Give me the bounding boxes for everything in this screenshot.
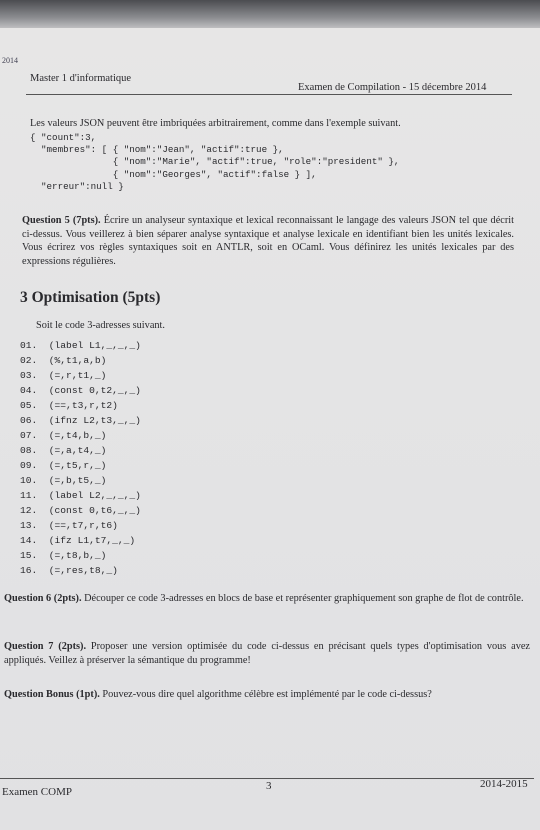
code-line: 14. (ifz L1,t7,_,_) (20, 535, 136, 546)
code-line: 09. (=,t5,r,_) (20, 460, 107, 471)
json-line: { "nom":"Marie", "actif":true, "role":"p… (30, 156, 400, 168)
code-line: 08. (=,a,t4,_) (20, 445, 107, 456)
question-5: Question 5 (7pts). Écrire un analyseur s… (22, 214, 514, 268)
code-line: 02. (%,t1,a,b) (20, 355, 107, 366)
margin-year: 2014 (2, 56, 18, 65)
course-title: Master 1 d'informatique (30, 73, 132, 84)
json-line: { "count":3, (30, 132, 97, 143)
question-bonus: Question Bonus (1pt). Pouvez-vous dire q… (4, 688, 530, 702)
json-example: { "count":3, "membres": [ { "nom":"Jean"… (30, 132, 399, 193)
code-line: 01. (label L1,_,_,_) (20, 340, 141, 351)
code-line: 11. (label L2,_,_,_) (20, 490, 141, 501)
section-intro: Soit le code 3-adresses suivant. (36, 320, 165, 331)
code-line: 16. (=,res,t8,_) (20, 565, 118, 576)
photo-background-top (0, 0, 540, 30)
code-line: 12. (const 0,t6,_,_) (20, 505, 141, 516)
code-line: 07. (=,t4,b,_) (20, 430, 107, 441)
question-6-label: Question 6 (2pts). (4, 593, 82, 604)
question-6: Question 6 (2pts). Découper ce code 3-ad… (4, 592, 528, 606)
code-line: 05. (==,t3,r,t2) (20, 400, 118, 411)
question-7-label: Question 7 (2pts). (4, 641, 87, 652)
footer-left: Examen COMP (2, 786, 72, 798)
question-5-label: Question 5 (7pts). (22, 215, 101, 226)
footer-rule (0, 778, 534, 779)
exam-title: Examen de Compilation - 15 décembre 2014 (298, 82, 487, 93)
json-line: "membres": [ { "nom":"Jean", "actif":tru… (30, 144, 284, 156)
header-rule (26, 94, 512, 95)
question-bonus-text: Pouvez-vous dire quel algorithme célèbre… (102, 689, 432, 700)
code-line: 15. (=,t8,b,_) (20, 550, 107, 561)
exam-page: 2014 Master 1 d'informatique Examen de C… (0, 28, 540, 830)
code-line: 06. (ifnz L2,t3,_,_) (20, 415, 141, 426)
json-line: { "nom":"Georges", "actif":false } ], (30, 168, 317, 180)
question-7: Question 7 (2pts). Proposer une version … (4, 640, 530, 667)
question-6-text: Découper ce code 3-adresses en blocs de … (84, 593, 524, 604)
code-line: 13. (==,t7,r,t6) (20, 520, 118, 531)
page-number: 3 (266, 780, 272, 792)
json-line: "erreur":null } (30, 180, 124, 192)
section-heading: 3 Optimisation (5pts) (20, 289, 161, 306)
code-line: 03. (=,r,t1,_) (20, 370, 107, 381)
footer-right: 2014-2015 (480, 778, 528, 790)
code-line: 10. (=,b,t5,_) (20, 475, 107, 486)
json-intro: Les valeurs JSON peuvent être imbriquées… (30, 118, 401, 129)
code-line: 04. (const 0,t2,_,_) (20, 385, 141, 396)
question-bonus-label: Question Bonus (1pt). (4, 689, 100, 700)
